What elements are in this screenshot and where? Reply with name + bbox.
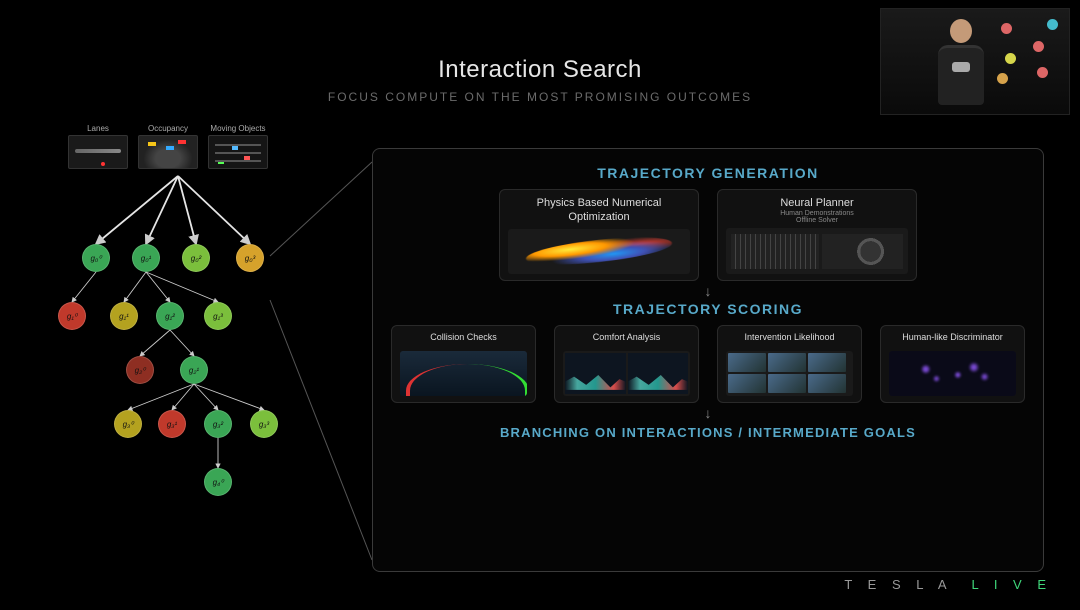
thumb-collision xyxy=(400,351,527,396)
card-comfort-analysis: Comfort Analysis xyxy=(554,325,699,403)
input-thumb-lanes xyxy=(68,135,128,169)
tree-node: g₃² xyxy=(204,410,232,438)
pip-node xyxy=(1001,23,1012,34)
card-label: Comfort Analysis xyxy=(593,332,661,344)
card-neural-planner: Neural Planner Human Demonstrations Offl… xyxy=(717,189,917,281)
input-thumb-occupancy xyxy=(138,135,198,169)
card-label: Neural Planner xyxy=(780,196,853,210)
input-thumb-moving xyxy=(208,135,268,169)
input-label: Moving Objects xyxy=(210,124,265,133)
card-sublabel: Human Demonstrations Offline Solver xyxy=(780,210,854,224)
pip-node xyxy=(1047,19,1058,30)
search-tree: Lanes Occupancy Moving Objects g₀⁰ g₀¹ g₀²… xyxy=(28,124,338,514)
tree-node: g₀² xyxy=(182,244,210,272)
input-label: Lanes xyxy=(87,124,109,133)
tree-node: g₀⁰ xyxy=(82,244,110,272)
card-intervention-likelihood: Intervention Likelihood xyxy=(717,325,862,403)
tree-node: g₀¹ xyxy=(132,244,160,272)
branching-title: BRANCHING ON INTERACTIONS / INTERMEDIATE… xyxy=(391,425,1025,440)
arrow-down-icon: ↓ xyxy=(391,405,1025,421)
tree-node: g₂⁰ xyxy=(126,356,154,384)
speaker-pip xyxy=(880,8,1070,115)
speaker-silhouette xyxy=(931,19,991,114)
input-moving-objects: Moving Objects xyxy=(208,124,268,169)
thumb-intervention xyxy=(726,351,853,396)
thumb-neural-planner xyxy=(726,228,908,274)
card-collision-checks: Collision Checks xyxy=(391,325,536,403)
thumb-surface-3d xyxy=(508,229,690,274)
tree-node: g₃³ xyxy=(250,410,278,438)
live-text: L I V E xyxy=(971,577,1052,592)
generation-title: TRAJECTORY GENERATION xyxy=(391,165,1025,181)
pip-node xyxy=(997,73,1008,84)
pip-node xyxy=(1033,41,1044,52)
tree-node: g₁⁰ xyxy=(58,302,86,330)
tree-node: g₁² xyxy=(156,302,184,330)
input-row: Lanes Occupancy Moving Objects xyxy=(68,124,268,169)
generation-row: Physics Based Numerical Optimization Neu… xyxy=(391,189,1025,281)
card-label: Intervention Likelihood xyxy=(744,332,834,344)
pip-node xyxy=(1037,67,1048,78)
arrow-down-icon: ↓ xyxy=(391,283,1025,299)
input-lanes: Lanes xyxy=(68,124,128,169)
thumb-comfort xyxy=(563,351,690,396)
card-label: Collision Checks xyxy=(430,332,497,344)
watermark: T E S L A L I V E xyxy=(844,577,1052,592)
input-occupancy: Occupancy xyxy=(138,124,198,169)
tree-node: g₂¹ xyxy=(180,356,208,384)
pipeline-panel: TRAJECTORY GENERATION Physics Based Nume… xyxy=(372,148,1044,572)
thumb-discriminator xyxy=(889,351,1016,396)
brand-text: T E S L A xyxy=(844,577,951,592)
card-label: Physics Based Numerical Optimization xyxy=(537,196,662,225)
card-physics-optimization: Physics Based Numerical Optimization xyxy=(499,189,699,281)
tree-node: g₃¹ xyxy=(158,410,186,438)
scoring-row: Collision Checks Comfort Analysis Interv… xyxy=(391,325,1025,403)
tree-node: g₀³ xyxy=(236,244,264,272)
tree-node: g₁³ xyxy=(204,302,232,330)
tree-node: g₁¹ xyxy=(110,302,138,330)
tree-node: g₄⁰ xyxy=(204,468,232,496)
input-label: Occupancy xyxy=(148,124,188,133)
scoring-title: TRAJECTORY SCORING xyxy=(391,301,1025,317)
card-label: Human-like Discriminator xyxy=(902,332,1003,344)
card-human-discriminator: Human-like Discriminator xyxy=(880,325,1025,403)
tree-node: g₃⁰ xyxy=(114,410,142,438)
pip-node xyxy=(1005,53,1016,64)
pip-mini-graph xyxy=(991,15,1063,87)
